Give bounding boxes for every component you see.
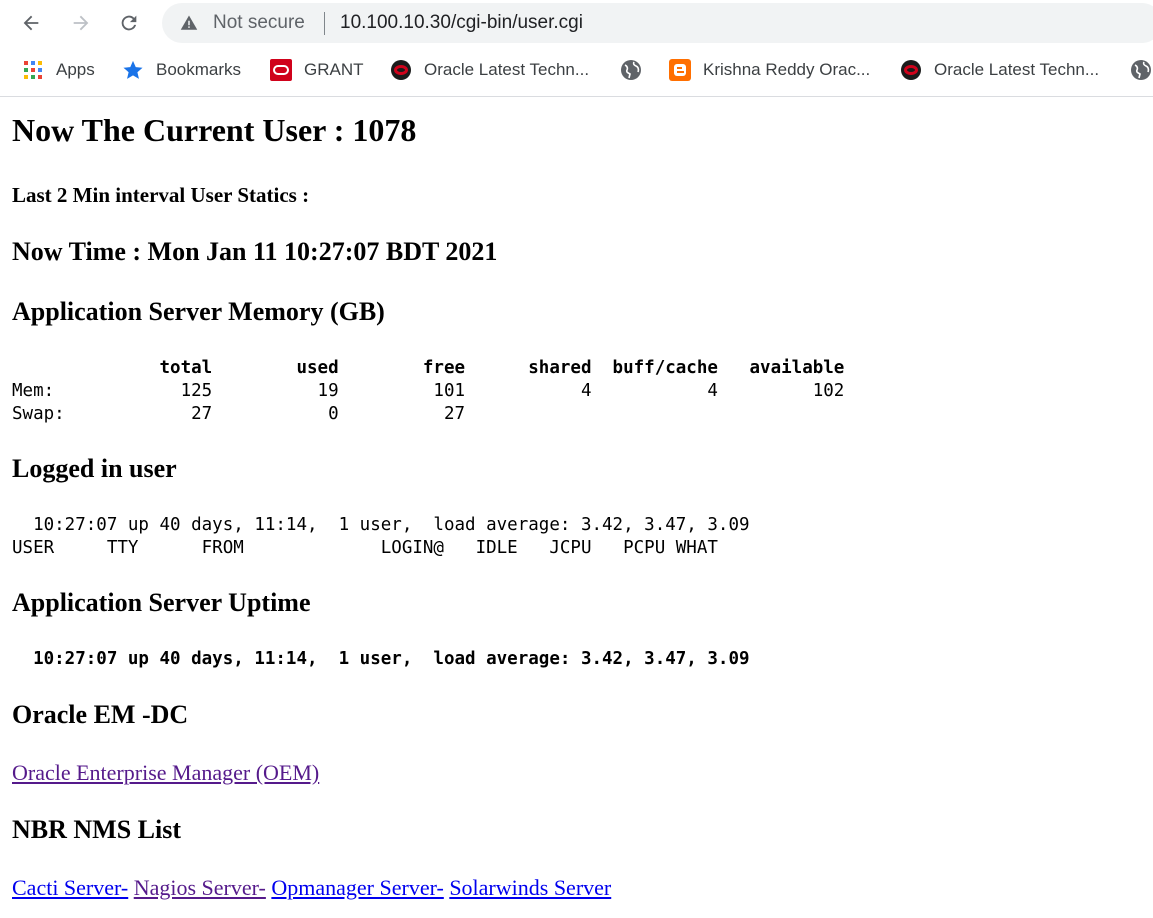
nms-link-list: Cacti Server- Nagios Server- Opmanager S… — [12, 875, 611, 901]
bookmarks-bar: Apps Bookmarks GRANT Oracle Latest Techn… — [0, 50, 1153, 96]
memory-table: total used free shared buff/cache availa… — [12, 357, 844, 426]
bookmark-label: Apps — [56, 60, 95, 79]
bookmark-label: Oracle Latest Techn... — [934, 60, 1100, 79]
bookmark-globe-2[interactable] — [1130, 50, 1153, 90]
bookmark-oracle-latest-1[interactable]: Oracle Latest Techn... — [390, 50, 589, 90]
url-text[interactable]: 10.100.10.30/cgi-bin/user.cgi — [340, 12, 583, 34]
star-icon — [122, 59, 144, 81]
browser-toolbar: Not secure 10.100.10.30/cgi-bin/user.cgi — [0, 0, 1153, 46]
last-interval-heading: Last 2 Min interval User Statics : — [12, 183, 310, 207]
bookmark-label: GRANT — [304, 60, 364, 79]
arrow-left-icon — [23, 15, 39, 31]
nms-heading: NBR NMS List — [12, 815, 182, 844]
bookmark-apps[interactable]: Apps — [22, 50, 95, 90]
bookmark-oracle-latest-2[interactable]: Oracle Latest Techn... — [900, 50, 1099, 90]
uptime-output: 10:27:07 up 40 days, 11:14, 1 user, load… — [12, 649, 750, 669]
oracle-ace-icon — [900, 59, 922, 81]
warning-icon[interactable] — [180, 14, 198, 32]
nagios-server-link[interactable]: Nagios Server- — [134, 875, 266, 900]
w-header-line: USER TTY FROM LOGIN@ IDLE JCPU PCPU WHAT — [12, 538, 718, 558]
logged-user-heading: Logged in user — [12, 454, 177, 483]
reload-button[interactable] — [112, 6, 146, 40]
bookmark-globe-1[interactable] — [620, 50, 654, 90]
security-status[interactable]: Not secure — [213, 12, 305, 34]
oem-link[interactable]: Oracle Enterprise Manager (OEM) — [12, 760, 319, 786]
w-uptime-line: 10:27:07 up 40 days, 11:14, 1 user, load… — [12, 515, 750, 535]
reload-icon — [121, 15, 137, 31]
forward-button[interactable] — [64, 6, 98, 40]
bookmark-krishna-reddy[interactable]: Krishna Reddy Orac... — [669, 50, 870, 90]
solarwinds-server-link[interactable]: Solarwinds Server — [449, 875, 611, 900]
apps-grid-icon — [22, 59, 44, 81]
back-button[interactable] — [14, 6, 48, 40]
globe-icon — [620, 59, 642, 81]
oem-heading: Oracle EM -DC — [12, 700, 189, 729]
blogger-icon — [669, 59, 691, 81]
bookmark-grant[interactable]: GRANT — [270, 50, 364, 90]
bookmark-label: Oracle Latest Techn... — [424, 60, 590, 79]
uptime-heading: Application Server Uptime — [12, 588, 311, 617]
memory-row-mem: Mem: 125 19 101 4 4 102 — [12, 381, 845, 401]
bookmark-bookmarks[interactable]: Bookmarks — [122, 50, 241, 90]
bookmark-label: Krishna Reddy Orac... — [703, 60, 871, 79]
bookmark-label: Bookmarks — [156, 60, 242, 79]
now-time-heading: Now Time : Mon Jan 11 10:27:07 BDT 2021 — [12, 237, 498, 266]
address-bar[interactable]: Not secure 10.100.10.30/cgi-bin/user.cgi — [162, 3, 1153, 43]
globe-icon — [1130, 59, 1152, 81]
memory-row-swap: Swap: 27 0 27 — [12, 404, 466, 424]
oracle-ace-icon — [390, 59, 412, 81]
arrow-right-icon — [73, 15, 89, 31]
omnibox-divider — [324, 12, 325, 35]
page-title: Now The Current User : 1078 — [12, 112, 417, 148]
memory-heading: Application Server Memory (GB) — [12, 297, 385, 326]
logged-user-output: 10:27:07 up 40 days, 11:14, 1 user, load… — [12, 514, 750, 560]
memory-table-header: total used free shared buff/cache availa… — [12, 358, 845, 378]
oracle-icon — [270, 59, 292, 81]
opmanager-server-link[interactable]: Opmanager Server- — [271, 875, 443, 900]
cacti-server-link[interactable]: Cacti Server- — [12, 875, 128, 900]
chrome-divider — [0, 96, 1153, 97]
